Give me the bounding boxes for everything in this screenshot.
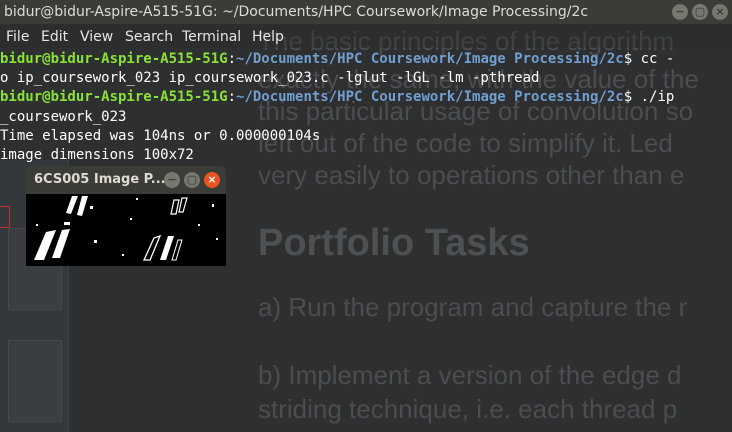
menu-help[interactable]: Help <box>252 24 284 50</box>
prompt-colon: : <box>227 89 237 106</box>
terminal-line: bidur@bidur-Aspire-A515-51G:~/Documents/… <box>0 50 674 69</box>
prompt-user-host: bidur@bidur-Aspire-A515-51G <box>0 51 228 67</box>
minimize-icon[interactable]: − <box>164 172 180 188</box>
prompt-colon: : <box>227 51 237 67</box>
terminal-line: o ip_coursework_023 ip_coursework_023.c … <box>0 70 540 87</box>
menu-terminal[interactable]: Terminal <box>182 24 241 50</box>
menu-bar: File Edit View Search Terminal Help <box>0 24 732 48</box>
close-icon[interactable]: × <box>204 172 220 188</box>
edge-image-graphic <box>26 194 226 266</box>
maximize-icon[interactable]: ▢ <box>184 172 200 188</box>
menu-edit[interactable]: Edit <box>41 24 68 50</box>
image-window-titlebar[interactable]: 6CS005 Image P... − ▢ × <box>26 166 226 194</box>
command-text: $ cc - <box>623 51 675 67</box>
terminal-line: _coursework_023 <box>0 108 127 125</box>
prompt-user-host: bidur@bidur-Aspire-A515-51G <box>0 89 228 106</box>
maximize-icon[interactable]: ▢ <box>692 4 708 20</box>
prompt-path: ~/Documents/HPC Coursework/Image Process… <box>236 89 624 106</box>
close-icon[interactable]: × <box>712 4 728 20</box>
menu-view[interactable]: View <box>80 24 113 50</box>
terminal-line: Time elapsed was 104ns or 0.000000104s <box>0 127 321 144</box>
window-title: bidur@bidur-Aspire-A515-51G: ~/Documents… <box>4 4 589 20</box>
prompt-path: ~/Documents/HPC Coursework/Image Process… <box>236 51 624 67</box>
menu-search[interactable]: Search <box>125 24 173 50</box>
terminal-line: image dimensions 100x72 <box>0 147 194 163</box>
window-titlebar[interactable]: bidur@bidur-Aspire-A515-51G: ~/Documents… <box>0 0 732 24</box>
terminal-line: bidur@bidur-Aspire-A515-51G:~/Documents/… <box>0 88 674 107</box>
menu-file[interactable]: File <box>6 24 29 50</box>
selection-marker <box>0 206 10 228</box>
image-window-title: 6CS005 Image P... <box>34 172 166 187</box>
edge-detection-image <box>26 194 226 266</box>
command-text: $ ./ip <box>623 89 675 106</box>
minimize-icon[interactable]: − <box>672 4 688 20</box>
image-window[interactable]: 6CS005 Image P... − ▢ × <box>26 166 226 266</box>
